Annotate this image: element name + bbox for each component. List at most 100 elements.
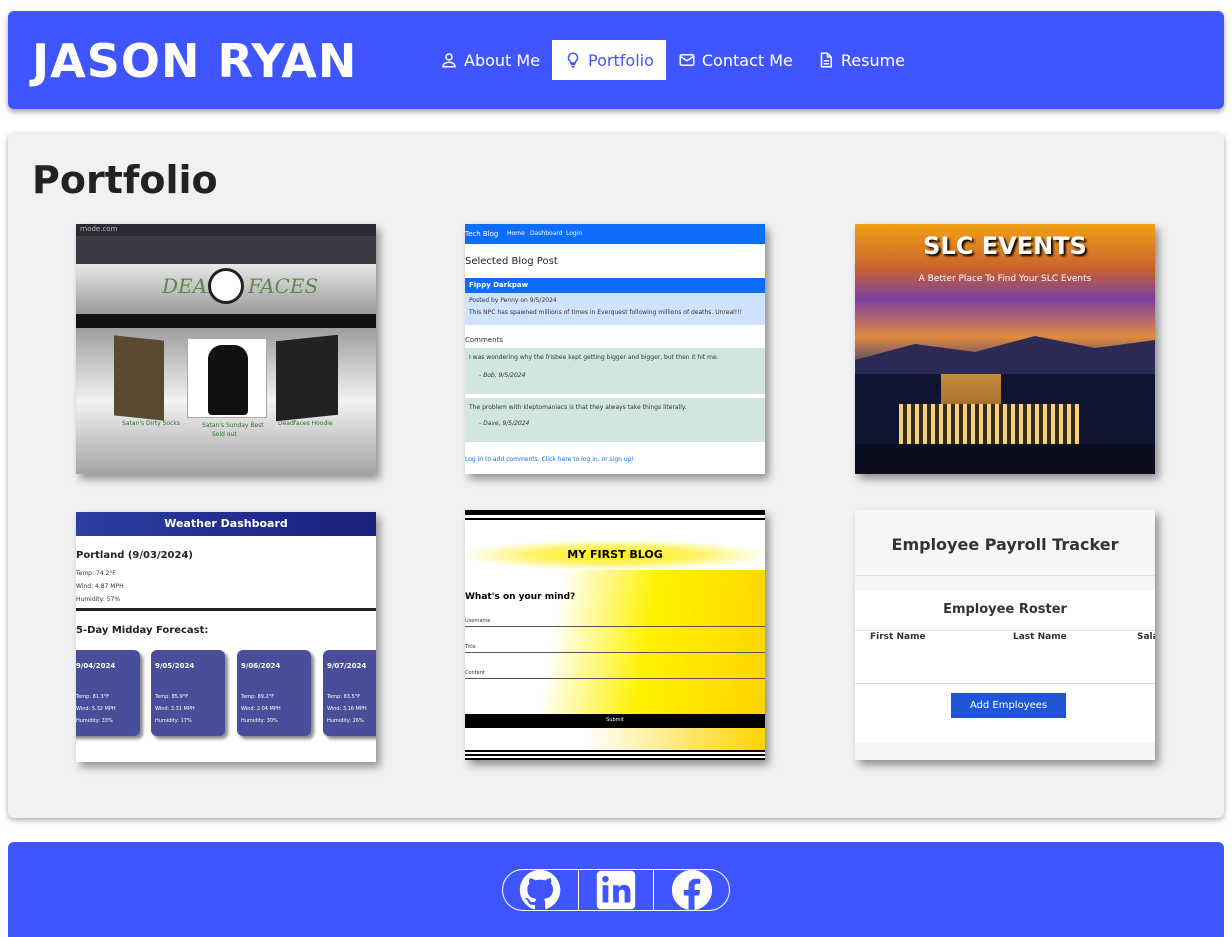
forecast-date: 9/05/2024 [155,662,195,670]
blog-brand: Tech Blog [465,230,499,238]
forecast-temp: Temp: 89.2°F [241,694,275,700]
project-card-slc-events[interactable]: SLC EVENTS A Better Place To Find Your S… [855,224,1155,474]
project-card-deadfaces[interactable]: rnode.com DEAD FACES Satan's Dirty Socks… [76,224,376,474]
social-links [502,869,730,911]
product-carousel: Satan's Dirty Socks Satan's Sunday Best … [76,328,376,474]
nav-contact-me-label: Contact Me [701,50,793,70]
slc-tagline: A Better Place To Find Your SLC Events [918,274,1092,284]
forecast-wind: Wind: 5.32 MPH [76,706,116,712]
roster-panel: Employee Roster First Name Last Name Sal… [855,590,1155,742]
login-note: Log in to add comments. Click here to lo… [465,456,634,463]
comment-1: I was wondering why the frisbee kept get… [465,348,765,394]
product-hoodie [276,334,338,422]
roster-heading: Employee Roster [943,602,1067,617]
product-mask [187,338,267,418]
field-username: Username [465,618,491,624]
payroll-title: Employee Payroll Tracker [891,535,1119,554]
site-header: JASON RYAN About Me Portfolio Contact Me… [8,11,1224,109]
forecast-heading: 5-Day Midday Forecast: [76,625,209,636]
forecast-wind: Wind: 3.31 MPH [155,706,195,712]
product-socks [114,335,164,421]
logo-right: FACES [248,274,319,298]
nav-about-me[interactable]: About Me [428,40,552,80]
browser-bar: rnode.com [76,224,376,236]
product-label-1: Satan's Dirty Socks [122,420,180,427]
project-card-my-first-blog[interactable]: MY FIRST BLOG What's on your mind? Usern… [465,510,765,760]
weather-wind: Wind: 4.87 MPH [76,583,124,590]
user-icon [442,53,456,68]
forecast-temp: Temp: 83.5°F [327,694,361,700]
comments-heading: Comments [465,336,503,344]
city-skyline [855,374,1155,474]
page-title: Portfolio [32,158,218,202]
weather-humidity: Humidity: 57% [76,596,121,603]
forecast-date: 9/06/2024 [241,662,281,670]
bottom-gradient [465,728,765,750]
forecast-humidity: Humidity: 33% [76,718,113,724]
column-last-name: Last Name [1013,632,1067,642]
dark-strip [76,314,376,328]
blog-navbar: Tech Blog Home Dashboard Login [465,224,765,244]
weather-header: Weather Dashboard [76,512,376,536]
mountains [855,336,1155,376]
weather-temp: Temp: 74.2°F [76,570,116,577]
main-nav: About Me Portfolio Contact Me Resume [428,40,917,80]
column-first-name: First Name [870,632,926,642]
forecast-temp: Temp: 81.3°F [76,694,110,700]
github-icon [520,870,561,910]
add-employees-button: Add Employees [951,693,1066,718]
product-label-2: Satan's Sunday Best [202,422,264,429]
post-meta: Posted by Penny on 9/5/2024 [469,297,557,304]
portfolio-section: Portfolio rnode.com DEAD FACES Satan's D… [8,133,1224,818]
project-card-tech-blog[interactable]: Tech Blog Home Dashboard Login Selected … [465,224,765,474]
post-title: Fippy Darkpaw [469,281,529,289]
forecast-day-1: 9/04/2024 Temp: 81.3°F Wind: 5.32 MPH Hu… [76,650,140,736]
submit-bar: Submit [465,714,765,728]
top-border [465,510,765,515]
blog-nav-login: Login [566,230,583,237]
nav-resume[interactable]: Resume [805,40,917,80]
bottom-border [465,750,765,760]
linkedin-icon [596,870,636,910]
nav-about-me-label: About Me [464,50,541,70]
comment-1-author: - Bob, 9/5/2024 [479,372,526,379]
skull-logo [208,268,244,304]
product-label-3: Deadfaces Hoodie [278,420,333,427]
envelope-icon [679,54,695,66]
comment-2: The problem with kleptomaniacs is that t… [465,398,765,442]
project-card-weather-dashboard[interactable]: Weather Dashboard Portland (9/03/2024) T… [76,512,376,762]
github-link[interactable] [503,870,579,910]
weather-divider [76,608,376,611]
forecast-wind: Wind: 3.16 MPH [327,706,367,712]
forecast-date: 9/04/2024 [76,662,116,670]
forecast-wind: Wind: 2.04 MPH [241,706,281,712]
site-footer [8,842,1224,937]
blog-form-area: What's on your mind? Username Title Cont… [465,570,765,714]
blog-title-banner: MY FIRST BLOG [465,540,765,570]
weather-city: Portland (9/03/2024) [76,550,193,561]
forecast-day-3: 9/06/2024 Temp: 89.2°F Wind: 2.04 MPH Hu… [237,650,311,736]
nav-resume-label: Resume [840,50,906,70]
project-card-employee-payroll[interactable]: Employee Payroll Tracker Employee Roster… [855,510,1155,760]
store-banner: DEAD FACES [76,264,376,314]
nav-portfolio[interactable]: Portfolio [552,40,666,80]
submit-label: Submit [606,717,624,723]
field-content: Content [465,670,485,676]
blog-prompt: What's on your mind? [465,592,576,602]
comment-1-text: I was wondering why the frisbee kept get… [469,354,719,361]
weather-title: Weather Dashboard [164,517,288,530]
blog-nav-home: Home [507,230,525,237]
linkedin-link[interactable] [579,870,655,910]
nav-contact-me[interactable]: Contact Me [666,40,805,80]
document-icon [820,52,832,68]
site-brand[interactable]: JASON RYAN [32,33,357,89]
post-text: This NPC has spawned millions of times i… [469,309,743,316]
blog-heading: Selected Blog Post [465,256,558,267]
facebook-link[interactable] [654,870,729,910]
bookmarks-bar [76,236,376,264]
forecast-humidity: Humidity: 17% [155,718,192,724]
forecast-day-2: 9/05/2024 Temp: 85.9°F Wind: 3.31 MPH Hu… [151,650,225,736]
lightbulb-icon [567,52,579,68]
forecast-date: 9/07/2024 [327,662,367,670]
top-border-2 [465,518,765,520]
